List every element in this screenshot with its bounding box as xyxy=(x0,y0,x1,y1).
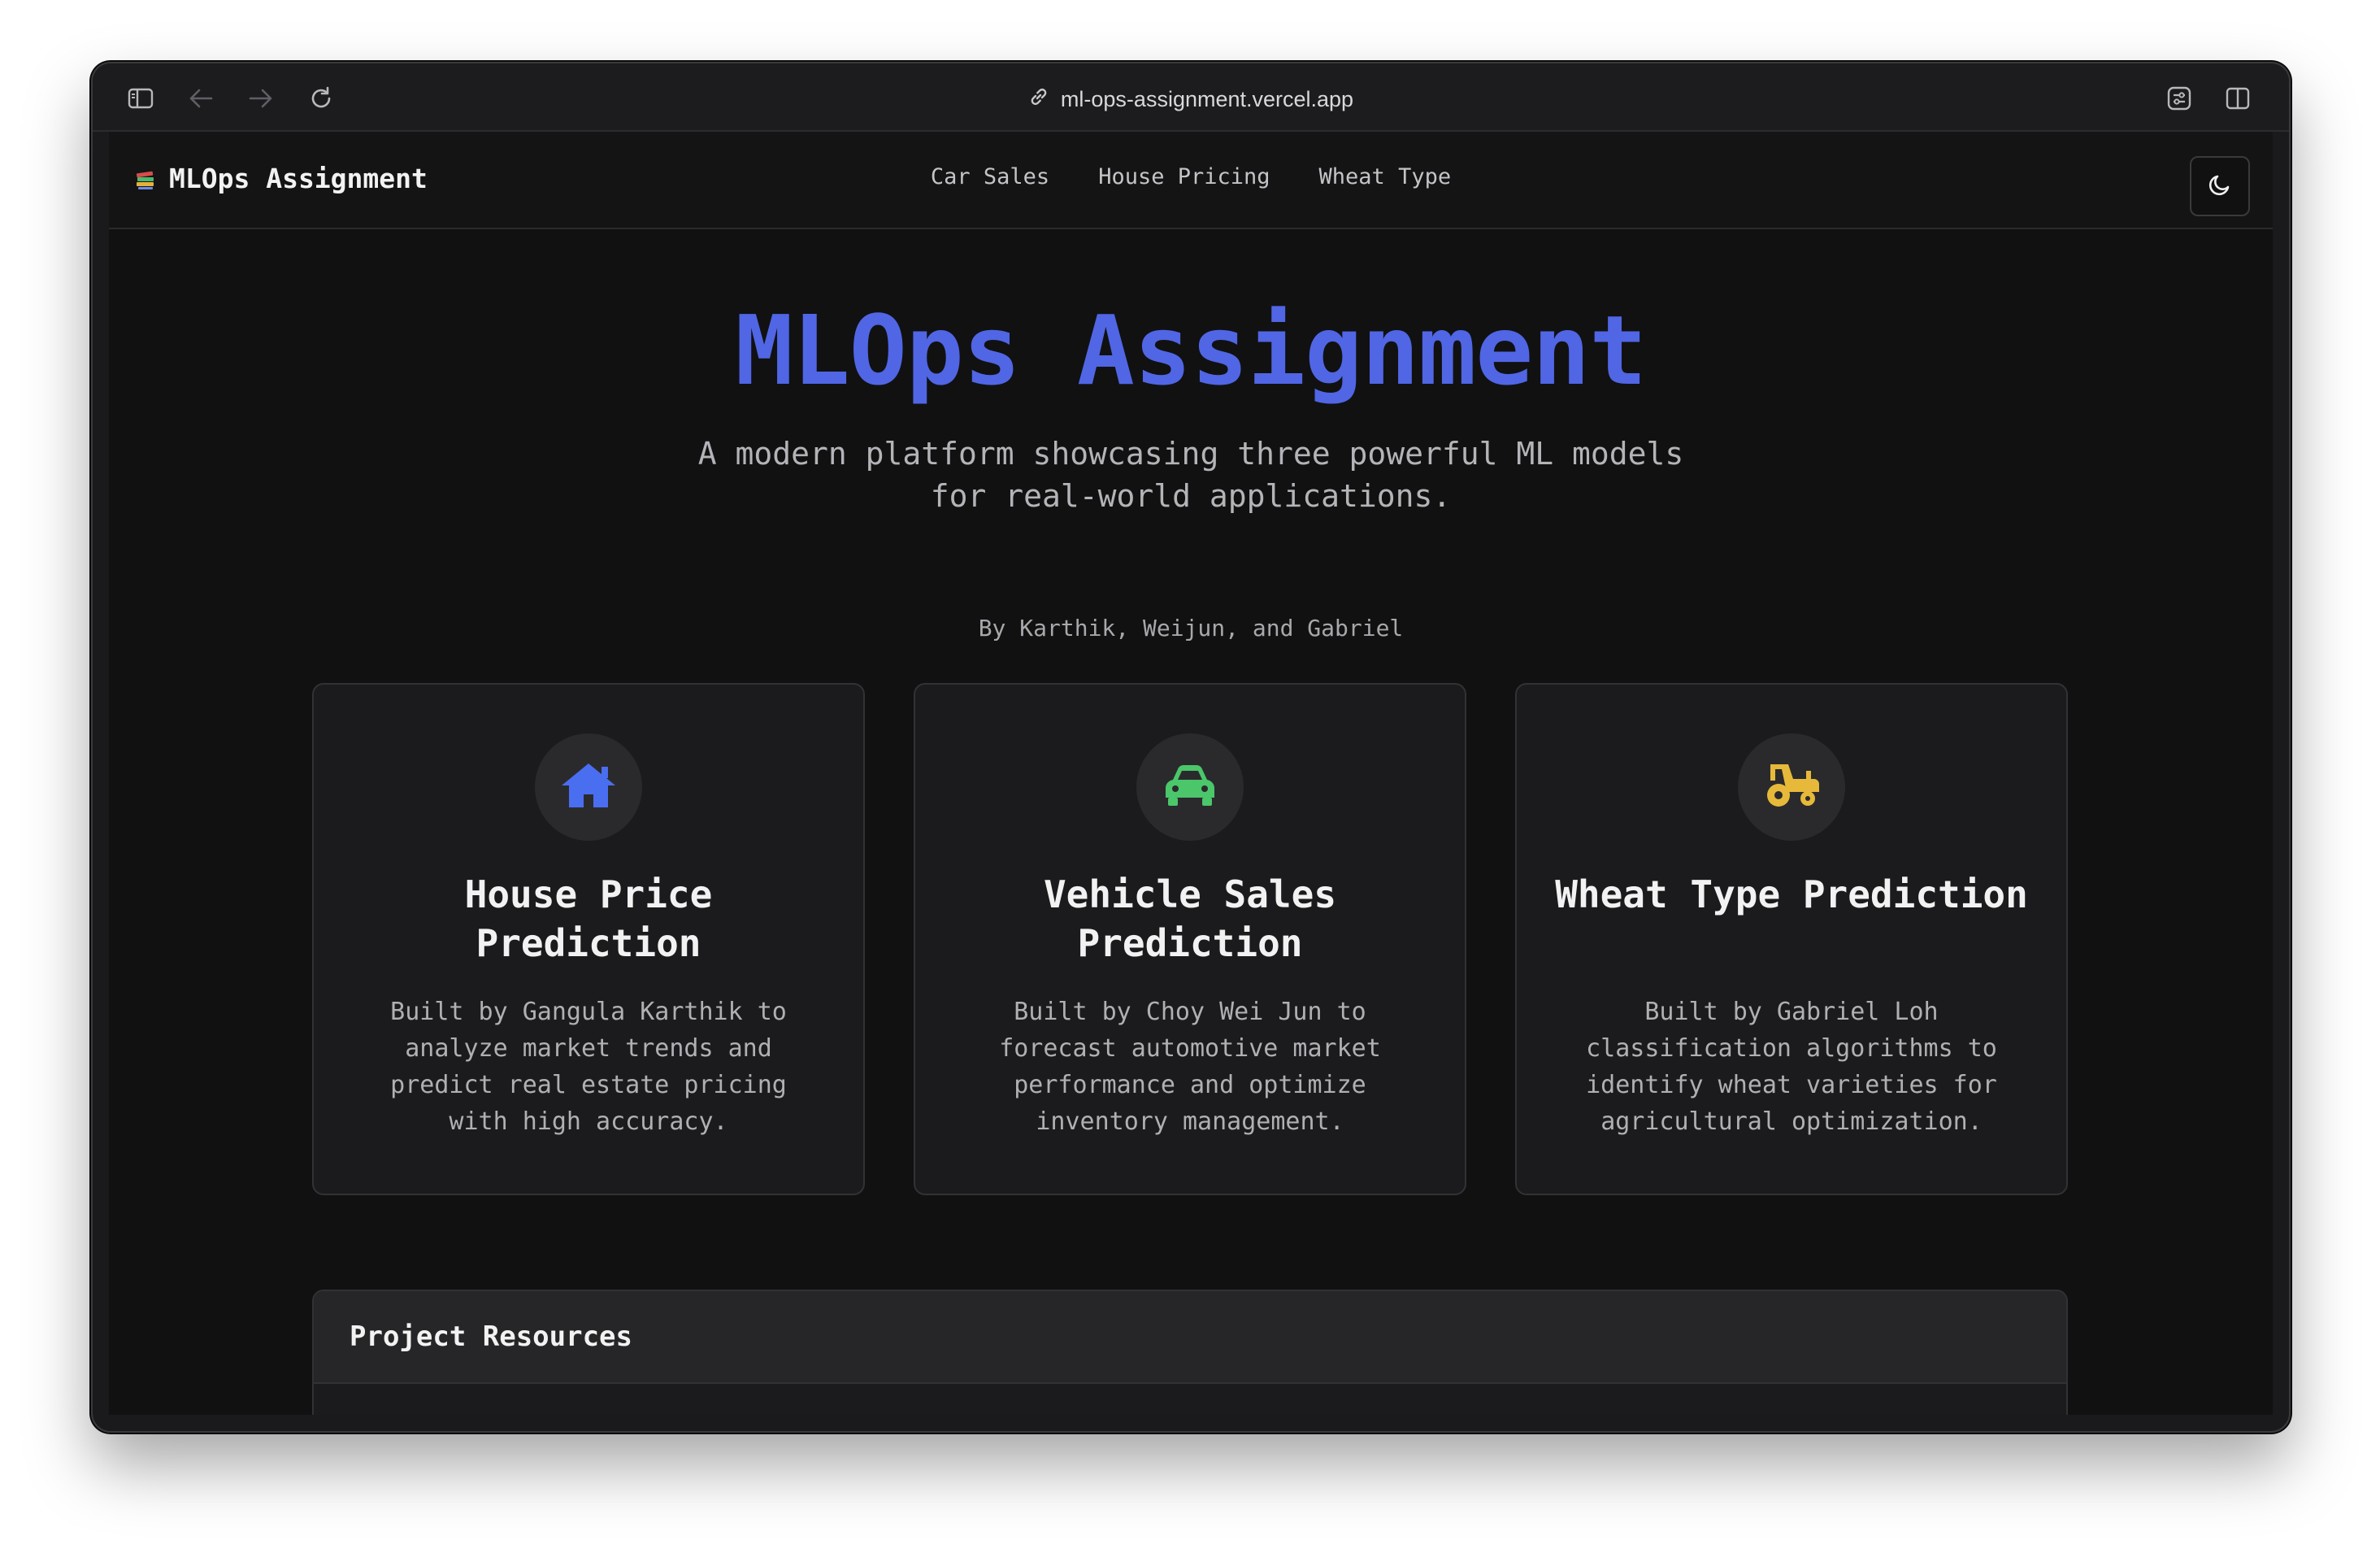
car-icon xyxy=(1162,763,1218,811)
icon-circle xyxy=(535,733,642,841)
nav-link-wheat-type[interactable]: Wheat Type xyxy=(1319,164,1452,189)
card-wheat-type[interactable]: Wheat Type Prediction Built by Gabriel L… xyxy=(1515,683,2068,1195)
card-description: Built by Gabriel Loh classification algo… xyxy=(1586,998,1997,1136)
card-description: Built by Gangula Karthik to analyze mark… xyxy=(390,998,787,1136)
moon-icon xyxy=(2206,171,2234,202)
card-title: House Price Prediction xyxy=(464,872,713,965)
url-text: ml-ops-assignment.vercel.app xyxy=(1060,86,1354,111)
icon-circle xyxy=(1738,733,1845,841)
browser-toolbar: ml-ops-assignment.vercel.app xyxy=(93,63,2289,132)
card-title: Wheat Type Prediction xyxy=(1555,872,2028,916)
resources-title: Project Resources xyxy=(314,1291,2066,1384)
theme-toggle-button[interactable] xyxy=(2190,156,2250,216)
tractor-icon xyxy=(1762,761,1821,813)
page-content: MLOps Assignment Car Sales House Pricing… xyxy=(109,132,2273,1415)
link-icon xyxy=(1028,86,1049,113)
nav-link-car-sales[interactable]: Car Sales xyxy=(931,164,1049,189)
site-navbar: MLOps Assignment Car Sales House Pricing… xyxy=(109,132,2273,229)
hero-authors: By Karthik, Weijun, and Gabriel xyxy=(978,615,1404,642)
card-vehicle-sales[interactable]: Vehicle Sales Prediction Built by Choy W… xyxy=(914,683,1466,1195)
split-view-icon[interactable] xyxy=(2224,85,2252,112)
hero-subtitle: A modern platform showcasing three power… xyxy=(697,436,1684,514)
card-title: Vehicle Sales Prediction xyxy=(1043,872,1337,965)
browser-window: ml-ops-assignment.vercel.app MLOps Assig… xyxy=(91,62,2291,1433)
nav-link-house-pricing[interactable]: House Pricing xyxy=(1098,164,1270,189)
house-icon xyxy=(559,760,618,814)
extension-icon[interactable] xyxy=(2165,85,2193,112)
model-cards: House Price Prediction Built by Gangula … xyxy=(312,683,2068,1195)
hero-title: MLOps Assignment xyxy=(735,294,1648,407)
card-house-price[interactable]: House Price Prediction Built by Gangula … xyxy=(312,683,865,1195)
icon-circle xyxy=(1136,733,1244,841)
nav-links: Car Sales House Pricing Wheat Type xyxy=(109,164,2273,189)
address-bar[interactable]: ml-ops-assignment.vercel.app xyxy=(93,83,2289,115)
card-description: Built by Choy Wei Jun to forecast automo… xyxy=(999,998,1381,1136)
project-resources-panel: Project Resources xyxy=(312,1290,2068,1415)
